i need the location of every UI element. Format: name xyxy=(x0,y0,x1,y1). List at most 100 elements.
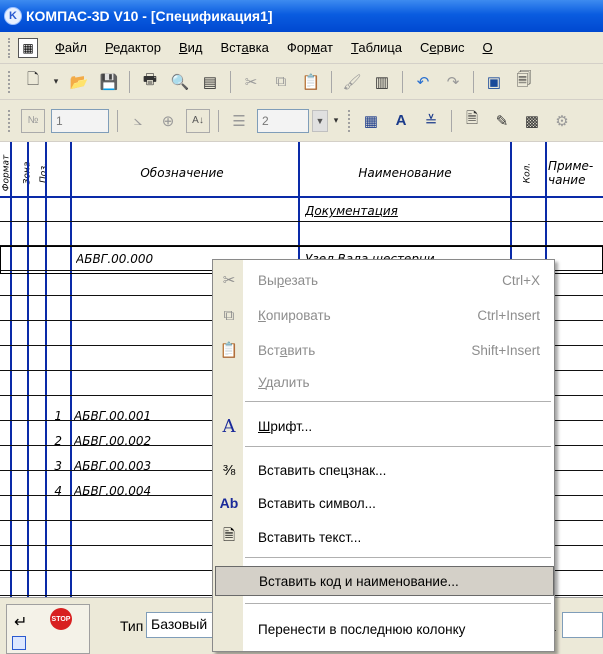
menu-service[interactable]: Сервис xyxy=(411,40,474,55)
number-icon[interactable]: № xyxy=(21,108,45,133)
size-field[interactable]: 2 xyxy=(257,108,309,133)
part-pos[interactable]: 1 xyxy=(48,409,62,423)
part-designation[interactable]: АБВГ.00.003 xyxy=(74,459,151,473)
menu-edit[interactable]: Редактор xyxy=(96,40,170,55)
paste-icon: 📋 xyxy=(219,342,239,359)
menu-window[interactable]: О xyxy=(474,40,502,55)
menu-item-insert-text[interactable]: 🗎 Вставить текст... xyxy=(213,522,556,552)
redo-icon[interactable]: ↷ xyxy=(441,70,465,94)
assembly-icon[interactable]: ▩ xyxy=(520,109,544,133)
line-spacing-icon[interactable]: ☰ xyxy=(227,109,251,133)
spec-object-icon[interactable]: ▦ xyxy=(359,109,383,133)
copy-icon: ⧉ xyxy=(223,306,235,324)
menu-item-cut[interactable]: ✂ Вырезать Ctrl+X xyxy=(213,265,556,295)
menu-item-move-last-column[interactable]: Перенести в последнюю колонку xyxy=(213,614,556,644)
cut-icon[interactable]: ✂ xyxy=(239,70,263,94)
row-line xyxy=(0,221,603,222)
menu-item-insert-special-char-label: Вставить спецзнак... xyxy=(258,462,387,478)
number-field[interactable]: 1 xyxy=(51,108,109,133)
part-pos[interactable]: 4 xyxy=(48,484,62,498)
print-icon[interactable]: 🖶 xyxy=(138,70,162,94)
print-preview-icon[interactable]: 🔍 xyxy=(168,70,192,94)
toolbar-grip[interactable] xyxy=(348,109,352,132)
format-painter-icon[interactable]: 🖌 xyxy=(340,70,364,94)
copy-icon[interactable]: ⧉ xyxy=(269,70,293,94)
toolbar-separator xyxy=(230,70,231,93)
symbol-icon: Ab xyxy=(219,495,239,511)
paste-icon[interactable]: 📋 xyxy=(299,70,323,94)
menu-separator xyxy=(245,446,551,447)
size-dropdown-icon[interactable]: ▼ xyxy=(312,109,328,132)
library-icon[interactable]: ▤ xyxy=(198,70,222,94)
header-designation: Обозначение xyxy=(140,166,224,180)
save-icon[interactable]: 💾 xyxy=(97,70,121,94)
part-designation[interactable]: АБВГ.00.001 xyxy=(74,409,151,423)
new-dropdown-icon[interactable]: ▾ xyxy=(51,70,61,94)
header-qty: Кол. xyxy=(521,162,532,184)
menu-item-insert-text-label: Вставить текст... xyxy=(258,529,362,545)
kompas-app-icon[interactable]: K xyxy=(4,7,22,25)
right-field[interactable] xyxy=(562,612,603,638)
window-title: КОМПАС-3D V10 - [Спецификация1] xyxy=(26,8,273,24)
undo-icon[interactable]: ↶ xyxy=(411,70,435,94)
section-title[interactable]: Документация xyxy=(305,204,398,218)
menu-item-move-last-column-label: Перенести в последнюю колонку xyxy=(258,621,466,637)
panel-page-icon[interactable] xyxy=(12,636,26,650)
header-note: Приме- чание xyxy=(548,152,603,194)
new-document-icon[interactable]: 🗋 xyxy=(21,70,45,94)
toolbar-separator xyxy=(117,109,118,132)
part-designation[interactable]: АБВГ.00.002 xyxy=(74,434,151,448)
menu-item-font[interactable]: A Шрифт... xyxy=(213,411,556,441)
menu-item-copy[interactable]: ⧉ Копировать Ctrl+Insert xyxy=(213,300,556,330)
menu-file[interactable]: Файл xyxy=(46,40,96,55)
menu-item-paste-label: Вставить xyxy=(258,342,316,358)
menu-separator xyxy=(245,557,551,558)
section-icon[interactable]: 🗎 xyxy=(460,109,484,133)
menu-item-delete-label: Удалить xyxy=(258,374,310,390)
toolbar-overflow-icon[interactable]: ▾ xyxy=(331,109,341,133)
menu-item-delete[interactable]: Удалить xyxy=(213,367,556,397)
sort-icon[interactable]: A↓ xyxy=(186,108,210,133)
title-bar: K КОМПАС-3D V10 - [Спецификация1] xyxy=(0,0,603,32)
document-system-menu-icon[interactable]: ▦ xyxy=(18,37,38,58)
sign-icon[interactable]: ≚ xyxy=(419,109,443,133)
menu-bar: ▦ Файл Редактор Вид Вставка Формат Табли… xyxy=(0,32,603,64)
manager-icon[interactable]: ▣ xyxy=(482,70,506,94)
stop-command-icon[interactable]: STOP xyxy=(50,608,72,630)
toolbar-separator xyxy=(402,70,403,93)
target-icon[interactable]: ⊕ xyxy=(156,109,180,133)
open-folder-icon[interactable]: 📂 xyxy=(67,70,91,94)
menu-table[interactable]: Таблица xyxy=(342,40,411,55)
menu-format[interactable]: Формат xyxy=(278,40,342,55)
assembly-designation[interactable]: АБВГ.00.000 xyxy=(76,252,153,266)
cut-icon: ✂ xyxy=(222,272,236,289)
menu-item-insert-code-name-label: Вставить код и наименование... xyxy=(259,573,459,589)
menu-item-paste-shortcut: Shift+Insert xyxy=(471,342,540,358)
angle-icon[interactable]: ⦣ xyxy=(126,109,150,133)
header-note-line1: Приме- xyxy=(548,159,594,173)
menu-item-insert-code-name[interactable]: Вставить код и наименование... xyxy=(215,566,554,596)
properties-icon[interactable]: ▥ xyxy=(370,70,394,94)
part-designation[interactable]: АБВГ.00.004 xyxy=(74,484,151,498)
menu-item-insert-special-char[interactable]: ⅜ Вставить спецзнак... xyxy=(213,455,556,485)
document-manager-icon[interactable]: 🗐 xyxy=(512,70,536,94)
menu-item-paste[interactable]: 📋 Вставить Shift+Insert xyxy=(213,335,556,365)
create-object-arrow-icon[interactable]: ↵ xyxy=(14,612,27,632)
font-icon: A xyxy=(222,415,236,437)
format-toolbar: № 1 ⦣ ⊕ A↓ ☰ 2 ▼ ▾ ▦ A ≚ 🗎 ✎ ▩ ⚙ xyxy=(0,100,603,142)
part-pos[interactable]: 3 xyxy=(48,459,62,473)
menubar-grip[interactable] xyxy=(8,37,12,58)
toolbar-separator xyxy=(129,70,130,93)
toolbar-grip[interactable] xyxy=(8,70,12,93)
toolbar-grip[interactable] xyxy=(8,109,12,132)
menu-separator xyxy=(245,603,551,604)
extra-icon[interactable]: ⚙ xyxy=(550,109,574,133)
special-char-icon: ⅜ xyxy=(222,461,236,479)
menu-insert[interactable]: Вставка xyxy=(211,40,277,55)
part-pos[interactable]: 2 xyxy=(48,434,62,448)
menu-view[interactable]: Вид xyxy=(170,40,212,55)
menu-item-insert-symbol[interactable]: Ab Вставить символ... xyxy=(213,488,556,518)
text-edit-icon[interactable]: A xyxy=(389,109,413,133)
edit-object-icon[interactable]: ✎ xyxy=(490,109,514,133)
header-pos: Поз. xyxy=(38,163,49,183)
